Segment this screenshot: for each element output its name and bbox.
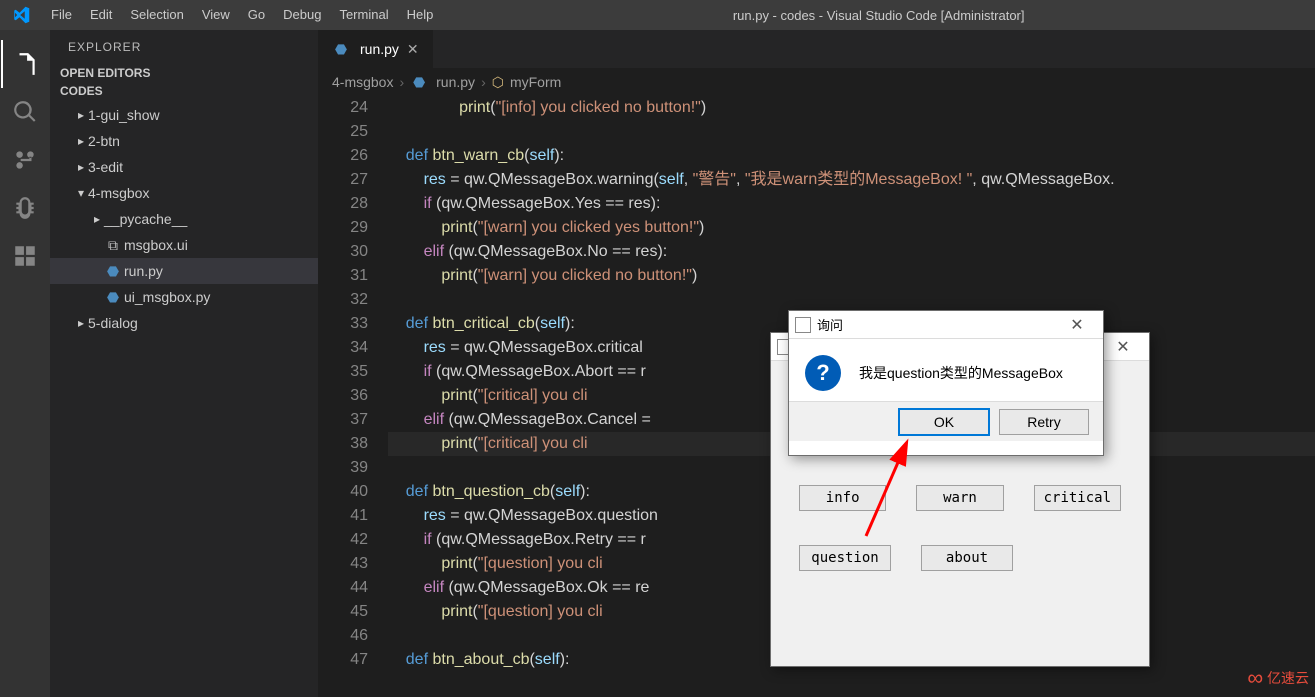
question-button[interactable]: question (799, 545, 891, 571)
tab-run-py[interactable]: ⬣ run.py ✕ (318, 30, 433, 68)
chevron-icon (74, 160, 88, 174)
code-line-25[interactable] (388, 120, 1315, 144)
title-bar: FileEditSelectionViewGoDebugTerminalHelp… (0, 0, 1315, 30)
messagebox-question: 询问 ✕ ? 我是question类型的MessageBox OK Retry (788, 310, 1104, 456)
breadcrumb-file[interactable]: run.py (436, 74, 475, 90)
msgbox-title-bar[interactable]: 询问 ✕ (789, 311, 1103, 339)
menu-go[interactable]: Go (239, 0, 274, 30)
menu-selection[interactable]: Selection (121, 0, 192, 30)
watermark: ∞ 亿速云 (1247, 665, 1309, 691)
python-file-icon: ⬣ (332, 41, 350, 58)
msgbox-title: 询问 (817, 315, 843, 334)
code-line-24[interactable]: print("[info] you clicked no button!") (388, 96, 1315, 120)
menu-terminal[interactable]: Terminal (330, 0, 397, 30)
tab-bar: ⬣ run.py ✕ (318, 30, 1315, 68)
tree-item-__pycache__[interactable]: __pycache__ (50, 206, 318, 232)
chevron-icon (74, 108, 88, 122)
chevron-icon (74, 134, 88, 148)
tree-label: msgbox.ui (124, 237, 188, 253)
ok-button[interactable]: OK (899, 409, 989, 435)
about-button[interactable]: about (921, 545, 1013, 571)
chevron-right-icon: › (481, 74, 486, 90)
menu-file[interactable]: File (42, 0, 81, 30)
activity-bar (0, 30, 50, 697)
ui-file-icon: ⧉ (104, 237, 122, 254)
button-row-1: info warn critical (771, 471, 1149, 511)
tree-label: 1-gui_show (88, 107, 160, 123)
app-icon (795, 317, 811, 333)
tree-label: 4-msgbox (88, 185, 149, 201)
code-line-30[interactable]: elif (qw.QMessageBox.No == res): (388, 240, 1315, 264)
menu-debug[interactable]: Debug (274, 0, 330, 30)
code-line-32[interactable] (388, 288, 1315, 312)
breadcrumb-folder[interactable]: 4-msgbox (332, 74, 393, 90)
button-row-2: question about (771, 531, 1149, 571)
tree-item-run.py[interactable]: ⬣run.py (50, 258, 318, 284)
menu-bar: FileEditSelectionViewGoDebugTerminalHelp (42, 0, 442, 30)
scm-icon[interactable] (1, 136, 49, 184)
breadcrumb-symbol[interactable]: myForm (510, 74, 561, 90)
tree-label: 5-dialog (88, 315, 138, 331)
retry-button[interactable]: Retry (999, 409, 1089, 435)
tree-label: 2-btn (88, 133, 120, 149)
infinity-icon: ∞ (1247, 665, 1263, 691)
menu-edit[interactable]: Edit (81, 0, 121, 30)
code-line-26[interactable]: def btn_warn_cb(self): (388, 144, 1315, 168)
tree-item-msgbox.ui[interactable]: ⧉msgbox.ui (50, 232, 318, 258)
warn-button[interactable]: warn (916, 485, 1003, 511)
tree-label: ui_msgbox.py (124, 289, 210, 305)
python-file-icon: ⬣ (104, 263, 122, 280)
tree-item-1-gui_show[interactable]: 1-gui_show (50, 102, 318, 128)
close-icon[interactable]: ✕ (1057, 315, 1097, 335)
tree-label: run.py (124, 263, 163, 279)
chevron-icon (74, 316, 88, 330)
chevron-icon (74, 186, 88, 200)
critical-button[interactable]: critical (1034, 485, 1121, 511)
tree-item-4-msgbox[interactable]: 4-msgbox (50, 180, 318, 206)
sidebar: EXPLORER OPEN EDITORS CODES 1-gui_show 2-… (50, 30, 318, 697)
line-gutter: 2425262728293031323334353637383940414243… (318, 96, 388, 697)
file-tree: 1-gui_show 2-btn 3-edit 4-msgbox __pycache__… (50, 100, 318, 338)
extensions-icon[interactable] (1, 232, 49, 280)
code-line-31[interactable]: print("[warn] you clicked no button!") (388, 264, 1315, 288)
window-title: run.py - codes - Visual Studio Code [Adm… (442, 8, 1315, 23)
tree-item-3-edit[interactable]: 3-edit (50, 154, 318, 180)
close-icon[interactable]: ✕ (407, 41, 419, 58)
python-file-icon: ⬣ (104, 289, 122, 306)
debug-icon[interactable] (1, 184, 49, 232)
tree-label: 3-edit (88, 159, 123, 175)
menu-help[interactable]: Help (398, 0, 443, 30)
tree-item-ui_msgbox.py[interactable]: ⬣ui_msgbox.py (50, 284, 318, 310)
python-file-icon: ⬣ (410, 74, 428, 91)
tree-item-5-dialog[interactable]: 5-dialog (50, 310, 318, 336)
code-line-28[interactable]: if (qw.QMessageBox.Yes == res): (388, 192, 1315, 216)
question-icon: ? (805, 355, 841, 391)
chevron-icon (90, 212, 104, 226)
sidebar-title: EXPLORER (50, 30, 318, 64)
tree-label: __pycache__ (104, 211, 187, 227)
chevron-right-icon: › (399, 74, 404, 90)
workspace-section[interactable]: CODES (50, 82, 318, 100)
menu-view[interactable]: View (193, 0, 239, 30)
breadcrumb[interactable]: 4-msgbox › ⬣ run.py › ⬡ myForm (318, 68, 1315, 96)
close-icon[interactable]: ✕ (1103, 337, 1143, 357)
info-button[interactable]: info (799, 485, 886, 511)
code-line-29[interactable]: print("[warn] you clicked yes button!") (388, 216, 1315, 240)
class-icon: ⬡ (492, 74, 504, 91)
vscode-logo-icon (0, 6, 42, 24)
code-line-27[interactable]: res = qw.QMessageBox.warning(self, "警告",… (388, 168, 1315, 192)
tab-label: run.py (360, 41, 399, 57)
tree-item-2-btn[interactable]: 2-btn (50, 128, 318, 154)
explorer-icon[interactable] (1, 40, 49, 88)
open-editors-section[interactable]: OPEN EDITORS (50, 64, 318, 82)
msgbox-text: 我是question类型的MessageBox (859, 363, 1063, 383)
search-icon[interactable] (1, 88, 49, 136)
